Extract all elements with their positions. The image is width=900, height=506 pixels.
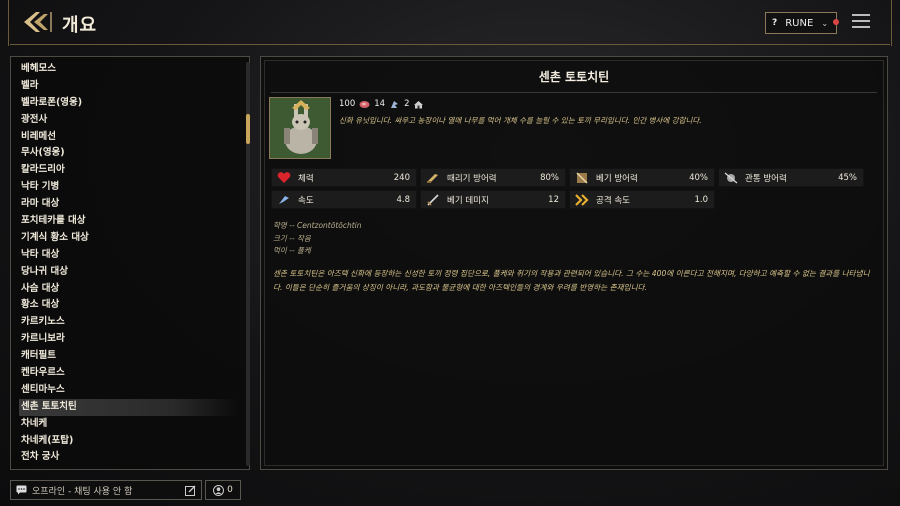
stat-attack-speed: 공격 속도 1.0 — [569, 190, 715, 209]
chat-input[interactable]: 오프라인 - 채팅 사용 안 함 — [10, 480, 202, 500]
scientific-name: 학명 -- Centzontōtōchtin — [273, 221, 362, 230]
frame-corner-left — [8, 0, 18, 46]
list-item[interactable]: 베헤모스 — [19, 61, 239, 78]
size-attribute: 크기 -- 작음 — [273, 233, 311, 243]
list-item[interactable]: 사슴 대상 — [19, 281, 239, 298]
list-item[interactable]: 라마 대상 — [19, 196, 239, 213]
account-dropdown[interactable]: ? RUNE ⌄ — [765, 12, 839, 34]
list-item[interactable]: 카르키노스 — [19, 314, 239, 331]
list-scrollbar[interactable] — [246, 62, 250, 466]
list-item[interactable]: 포치테카를 대상 — [19, 213, 239, 230]
stat-slash-damage: 베기 데미지 12 — [420, 190, 566, 209]
unit-list-panel: 베헤모스 벨라 벨라로폰(영웅) 광전사 비레메선 무사(영웅) 칼라드리아 낙… — [10, 56, 250, 470]
hamburger-menu-icon[interactable] — [852, 14, 870, 30]
attack-speed-icon — [574, 193, 590, 207]
list-item[interactable]: 벨라 — [19, 78, 239, 95]
unit-list: 베헤모스 벨라 벨라로폰(영웅) 광전사 비레메선 무사(영웅) 칼라드리아 낙… — [19, 61, 239, 466]
back-arrow-icon — [24, 12, 52, 32]
page-title: 개요 — [62, 15, 98, 36]
frame-corner-right — [882, 0, 892, 46]
cost-row: 100 14 2 — [339, 99, 424, 109]
chevron-down-icon: ⌄ — [821, 18, 829, 28]
rabbit-portrait-icon — [270, 98, 330, 158]
stat-slash-armor: 베기 방어력 40% — [569, 168, 715, 187]
header-divider — [10, 44, 890, 45]
meat-icon — [359, 100, 370, 108]
list-item[interactable]: 전차 궁사 — [19, 449, 239, 466]
friends-count: 0 — [227, 485, 233, 495]
stat-hack-armor: 때리기 방어력 80% — [420, 168, 566, 187]
unit-detail-panel: 센촌 토토치틴 100 14 2 신화 유닛입니다. 싸우고 농장이나 열매 나… — [260, 56, 888, 470]
speed-icon — [276, 193, 292, 207]
title-divider — [271, 92, 877, 93]
pierce-armor-icon — [723, 171, 739, 185]
edit-icon[interactable] — [185, 485, 196, 496]
notification-dot-icon — [833, 19, 839, 25]
chat-bubble-icon — [16, 485, 27, 495]
stat-speed: 속도 4.8 — [271, 190, 417, 209]
sword-icon — [425, 193, 441, 207]
list-item[interactable]: 기계식 황소 대상 — [19, 230, 239, 247]
heart-icon — [276, 171, 292, 185]
unit-description: 신화 유닛입니다. 싸우고 농장이나 열매 나무를 먹어 개체 수를 늘릴 수 … — [339, 116, 702, 125]
stat-pierce-armor: 관통 방어력 45% — [718, 168, 864, 187]
top-bar: 개요 ? RUNE ⌄ — [0, 0, 900, 46]
hack-armor-icon — [425, 171, 441, 185]
diet-attribute: 먹이 -- 풀케 — [273, 246, 311, 255]
list-item[interactable]: 벨라로폰(영웅) — [19, 95, 239, 112]
list-item[interactable]: 켄타우르스 — [19, 365, 239, 382]
list-item[interactable]: 광전사 — [19, 112, 239, 129]
list-item[interactable]: 카르니보라 — [19, 331, 239, 348]
list-item-selected[interactable]: 센촌 토토치틴 — [19, 398, 239, 416]
stat-health: 체력 240 — [271, 168, 417, 187]
list-item[interactable]: 낙타 기병 — [19, 179, 239, 196]
unit-lore: 센촌 토토치틴은 아즈텍 신화에 등장하는 신성한 토끼 정령 집단으로, 풀케… — [273, 269, 870, 292]
list-item[interactable]: 캐터필트 — [19, 348, 239, 365]
unit-portrait — [269, 97, 331, 159]
list-item[interactable]: 차네케(포탑) — [19, 433, 239, 450]
unit-name: 센촌 토토치틴 — [538, 70, 610, 84]
list-item[interactable]: 차네케 — [19, 416, 239, 433]
account-label: RUNE — [785, 17, 814, 29]
house-icon — [414, 100, 424, 108]
chat-status: 오프라인 - 채팅 사용 안 함 — [32, 486, 133, 497]
help-icon[interactable]: ? — [772, 18, 777, 28]
pop-cost: 2 — [404, 99, 410, 109]
list-item[interactable]: 황소 대상 — [19, 297, 239, 314]
list-item[interactable]: 당나귀 대상 — [19, 264, 239, 281]
list-item[interactable]: 센티마누스 — [19, 382, 239, 399]
list-item[interactable]: 낙타 대상 — [19, 247, 239, 264]
list-item[interactable]: 비레메선 — [19, 129, 239, 146]
unit-attributes: 학명 -- Centzontōtōchtin 크기 -- 작음 먹이 -- 풀케 — [273, 220, 362, 258]
list-item[interactable]: 무사(영웅) — [19, 145, 239, 162]
list-item[interactable]: 칼라드리아 — [19, 162, 239, 179]
back-button[interactable] — [20, 8, 54, 36]
scrollbar-thumb[interactable] — [246, 114, 250, 144]
hp-cost: 100 — [339, 99, 356, 109]
slash-armor-icon — [574, 171, 590, 185]
meat-cost: 14 — [374, 99, 386, 109]
population-icon — [391, 100, 399, 108]
friends-icon — [213, 484, 225, 496]
friends-button[interactable]: 0 — [205, 480, 241, 500]
